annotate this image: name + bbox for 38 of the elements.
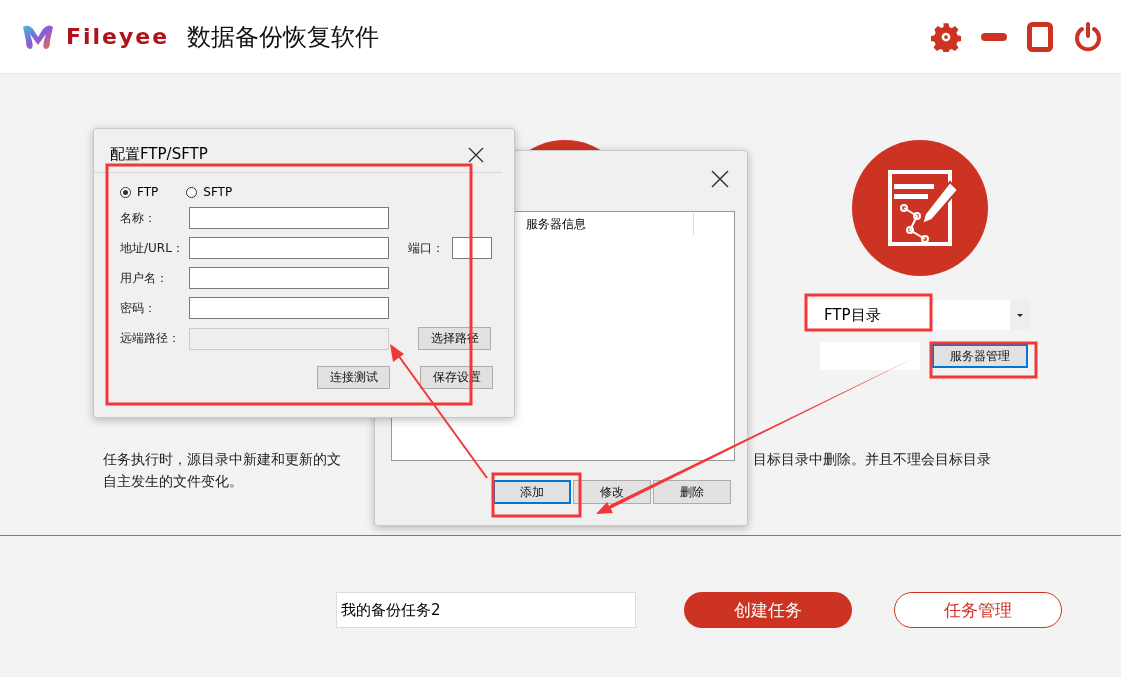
description-text: 任务执行时，源目录中新建和更新的文 (103, 451, 342, 469)
power-icon[interactable] (1073, 21, 1103, 52)
close-icon[interactable] (711, 170, 729, 188)
app-title: 数据备份恢复软件 (187, 21, 380, 53)
text-field[interactable] (189, 237, 389, 259)
task-name-field[interactable]: 我的备份任务2 (336, 592, 636, 628)
field-label: 端口： (408, 239, 445, 257)
description-text: 自主发生的文件变化。 (103, 473, 243, 491)
close-icon[interactable] (468, 146, 484, 163)
radio-button[interactable] (120, 186, 131, 198)
server-manage-button[interactable]: 服务器管理 (932, 344, 1028, 368)
settings-icon[interactable] (931, 21, 961, 52)
text-field[interactable] (189, 267, 389, 289)
target-edit-icon (852, 140, 988, 276)
dialog-title: 配置FTP/SFTP (110, 145, 208, 164)
column-header: 服务器信息 (526, 215, 586, 233)
dialog-button[interactable]: 添加 (493, 480, 571, 504)
target-type-select[interactable]: FTP目录 (806, 300, 1030, 330)
field-label: 名称： (120, 209, 157, 227)
field-label: 用户名： (120, 269, 169, 287)
description-text: 目标目录中删除。并且不理会目标目录 (753, 451, 991, 469)
dialog-button[interactable]: 删除 (653, 480, 731, 504)
logo-icon (20, 22, 56, 51)
field-label: 地址/URL： (120, 239, 185, 257)
field-label: 密码： (120, 299, 157, 317)
text-field[interactable] (189, 297, 389, 319)
maximize-icon[interactable] (1027, 21, 1053, 52)
radio-label[interactable]: FTP (137, 185, 159, 199)
radio-label[interactable]: SFTP (203, 185, 233, 199)
brand-name: Fileyee (66, 24, 170, 49)
radio-button[interactable] (186, 186, 198, 198)
action-button[interactable]: 任务管理 (894, 592, 1062, 628)
field-label: 远端路径： (120, 330, 181, 347)
action-button[interactable]: 创建任务 (684, 592, 852, 628)
text-field[interactable] (189, 207, 389, 229)
port-field[interactable] (452, 237, 492, 259)
minimize-icon[interactable] (981, 32, 1007, 41)
dialog-button[interactable]: 连接测试 (317, 366, 390, 389)
